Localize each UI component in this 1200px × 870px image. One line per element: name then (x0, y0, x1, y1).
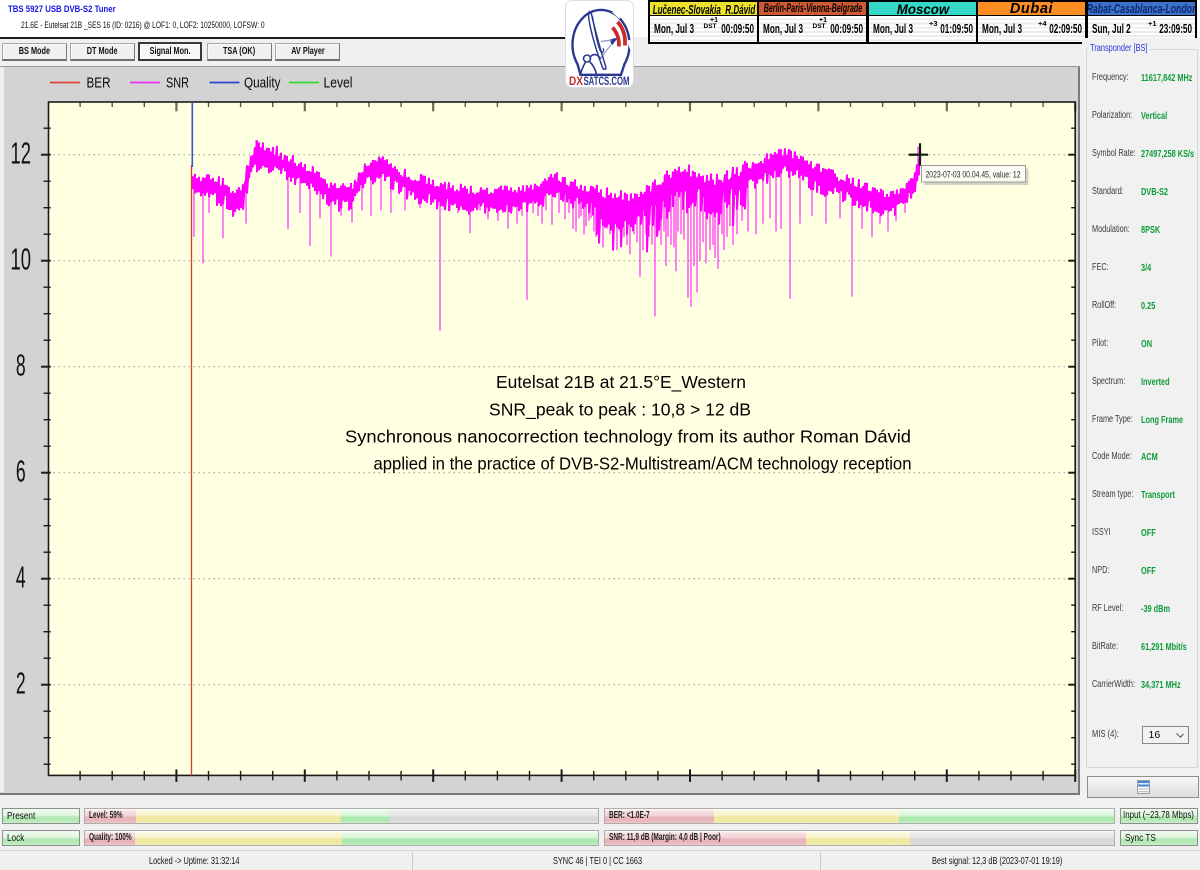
svg-text:SATCS.COM: SATCS.COM (584, 76, 630, 87)
svg-text:2023-07-03 00.04.45, value: 12: 2023-07-03 00.04.45, value: 12 (926, 169, 1021, 180)
svg-text:8: 8 (16, 348, 26, 382)
svg-text:12: 12 (11, 136, 32, 170)
svg-text:Eutelsat 21B at 21.5°E_Western: Eutelsat 21B at 21.5°E_Western (496, 372, 746, 392)
svg-text:Synchronous nanocorrection tec: Synchronous nanocorrection technology fr… (345, 427, 911, 447)
svg-text:10: 10 (11, 242, 32, 276)
svg-text:6: 6 (16, 454, 26, 488)
svg-text:DX: DX (569, 76, 583, 87)
svg-text:Quality: Quality (244, 76, 281, 92)
svg-text:2: 2 (16, 666, 26, 700)
svg-text:4: 4 (16, 560, 26, 594)
svg-text:SNR: SNR (166, 76, 189, 92)
svg-text:BER: BER (87, 76, 111, 92)
svg-text:SNR_peak to peak : 10,8 > 12 d: SNR_peak to peak : 10,8 > 12 dB (489, 400, 751, 420)
svg-text:applied in the practice of DVB: applied in the practice of DVB-S2-Multis… (374, 454, 912, 474)
svg-text:Level: Level (324, 76, 353, 92)
